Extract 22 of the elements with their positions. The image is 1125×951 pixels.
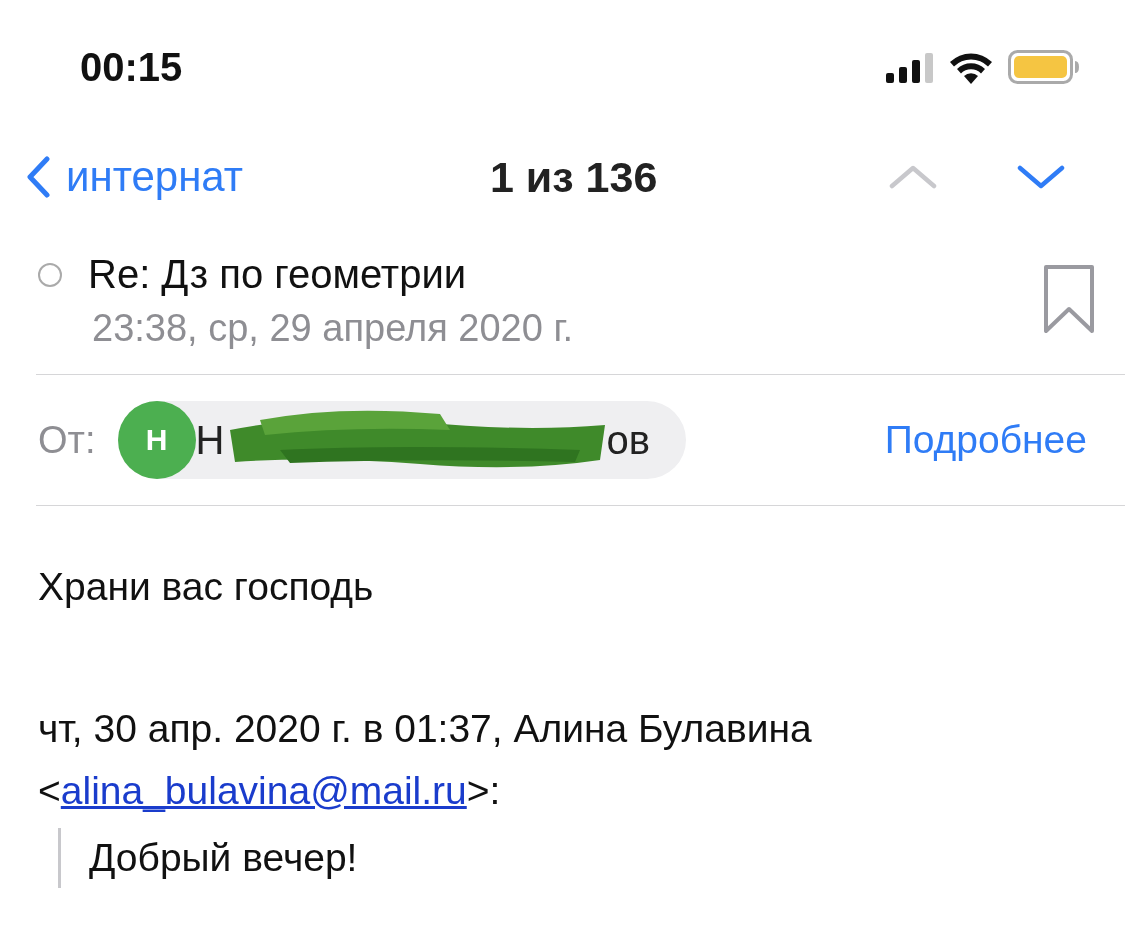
sender-name-end: ов xyxy=(606,417,650,463)
body-text: Храни вас господь xyxy=(38,564,375,610)
bookmark-icon[interactable] xyxy=(1043,264,1095,334)
message-subject: Re: Дз по геометрии xyxy=(88,252,467,297)
wifi-icon xyxy=(948,50,994,84)
details-link[interactable]: Подробнее xyxy=(884,418,1087,462)
previous-message-button[interactable] xyxy=(889,165,937,189)
quoted-text: Добрый вечер! xyxy=(89,835,359,881)
back-chevron-icon xyxy=(26,156,50,198)
from-label: От: xyxy=(38,418,96,462)
email-link[interactable]: alina_bulavina@mail.ru xyxy=(60,769,467,812)
back-link[interactable]: интернат xyxy=(26,153,386,201)
next-message-button[interactable] xyxy=(1017,165,1065,189)
sender-name-start: Н xyxy=(195,417,225,463)
reply-attribution: чт, 30 апр. 2020 г. в 01:37, Алина Булавина <alina_bulavina@mail.ru>: xyxy=(38,706,813,814)
sender-chip[interactable]: Н Н ов xyxy=(117,401,686,479)
message-position: 1 из 136 xyxy=(489,152,659,202)
message-date: 23:38, ср, 29 апреля 2020 г. xyxy=(91,307,574,350)
sender-avatar: Н xyxy=(117,401,196,479)
battery-icon xyxy=(1008,50,1080,84)
signal-icon xyxy=(886,51,934,83)
clock-time: 00:15 xyxy=(80,44,183,90)
